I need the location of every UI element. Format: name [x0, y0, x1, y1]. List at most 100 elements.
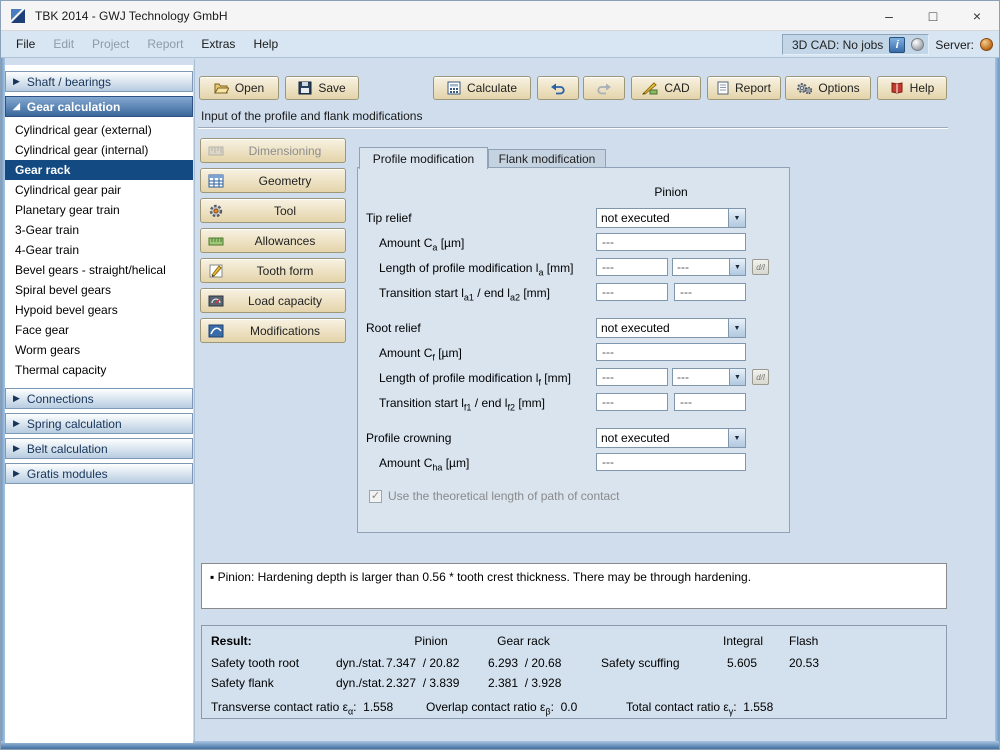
- geometry-button[interactable]: Geometry: [200, 168, 346, 193]
- safety-flank-gear-rack-value: 2.381 / 3.928: [488, 676, 561, 690]
- undo-arrow-icon: [550, 81, 566, 96]
- safety-scuffing-integral-value: 5.605: [727, 656, 757, 670]
- sidebar-item-bevel-gears[interactable]: Bevel gears - straight/helical: [5, 260, 193, 280]
- tip-relief-transition-end-field[interactable]: ---: [674, 283, 746, 301]
- dimensioning-button[interactable]: Dimensioning: [200, 138, 346, 163]
- undo-button[interactable]: [537, 76, 579, 100]
- tooth-form-button[interactable]: Tooth form: [200, 258, 346, 283]
- dimensioning-label: Dimensioning: [229, 139, 341, 162]
- sidebar-item-face-gear[interactable]: Face gear: [5, 320, 193, 340]
- theoretical-length-checkbox[interactable]: ✓: [369, 490, 382, 503]
- sidebar-item-3-gear-train[interactable]: 3-Gear train: [5, 220, 193, 240]
- safety-flank-label: Safety flank: [211, 676, 274, 690]
- root-relief-length-field[interactable]: ---: [596, 368, 668, 386]
- report-label: Report: [735, 81, 771, 95]
- dropdown-arrow-icon[interactable]: ▼: [729, 369, 745, 385]
- sidebar-item-thermal-capacity[interactable]: Thermal capacity: [5, 360, 193, 380]
- menu-file[interactable]: File: [7, 31, 44, 57]
- sidebar-item-gear-rack[interactable]: Gear rack: [5, 160, 193, 180]
- sidebar-item-cylindrical-gear-internal[interactable]: Cylindrical gear (internal): [5, 140, 193, 160]
- cad-button[interactable]: CAD: [631, 76, 701, 100]
- menu-extras[interactable]: Extras: [192, 31, 244, 57]
- info-line: Input of the profile and flank modificat…: [201, 109, 422, 123]
- tip-relief-length-mode-dropdown[interactable]: --- ▼: [672, 258, 746, 276]
- tip-relief-length-field[interactable]: ---: [596, 258, 668, 276]
- root-relief-dropdown[interactable]: not executed ▼: [596, 318, 746, 338]
- info-button[interactable]: i: [889, 37, 905, 53]
- sidebar-item-cylindrical-gear-pair[interactable]: Cylindrical gear pair: [5, 180, 193, 200]
- dropdown-arrow-icon[interactable]: ▼: [728, 209, 745, 227]
- menubar-right-cluster: 3D CAD: No jobs i Server:: [782, 34, 993, 55]
- dropdown-arrow-icon[interactable]: ▼: [728, 429, 745, 447]
- gear-calculation-items: Cylindrical gear (external) Cylindrical …: [5, 117, 193, 384]
- modifications-button[interactable]: Modifications: [200, 318, 346, 343]
- section-label: Gear calculation: [27, 100, 120, 114]
- sidebar-item-hypoid-bevel-gears[interactable]: Hypoid bevel gears: [5, 300, 193, 320]
- menu-edit[interactable]: Edit: [44, 31, 83, 57]
- collapsed-arrow-icon: ▶: [13, 418, 20, 429]
- tooth-form-pencil-icon: [208, 263, 224, 279]
- dropdown-arrow-icon[interactable]: ▼: [729, 259, 745, 275]
- sidebar-section-shaft-bearings[interactable]: ▶ Shaft / bearings: [5, 71, 193, 92]
- root-relief-amount-label: Amount Cf [µm]: [379, 346, 462, 362]
- tab-flank-modification[interactable]: Flank modification: [488, 149, 606, 168]
- safety-flank-pinion-value: 2.327 / 3.839: [386, 676, 459, 690]
- allowances-button[interactable]: Allowances: [200, 228, 346, 253]
- sidebar-section-spring-calculation[interactable]: ▶ Spring calculation: [5, 413, 193, 434]
- menu-help[interactable]: Help: [244, 31, 287, 57]
- tool-button[interactable]: Tool: [200, 198, 346, 223]
- profile-crowning-amount-label: Amount Cha [µm]: [379, 456, 469, 472]
- menu-project[interactable]: Project: [83, 31, 138, 57]
- transverse-contact-ratio: Transverse contact ratio εα: 1.558: [211, 700, 393, 716]
- root-relief-diameter-length-toggle-button[interactable]: d/l: [752, 369, 769, 385]
- sidebar-item-spiral-bevel-gears[interactable]: Spiral bevel gears: [5, 280, 193, 300]
- section-label: Spring calculation: [27, 417, 122, 431]
- sidebar-item-cylindrical-gear-external[interactable]: Cylindrical gear (external): [5, 120, 193, 140]
- root-relief-amount-field[interactable]: ---: [596, 343, 746, 361]
- root-relief-label: Root relief: [366, 321, 421, 335]
- result-title: Result:: [211, 634, 252, 648]
- open-folder-icon: [214, 81, 229, 95]
- modifications-label: Modifications: [229, 319, 341, 342]
- dropdown-arrow-icon[interactable]: ▼: [728, 319, 745, 337]
- sidebar-section-connections[interactable]: ▶ Connections: [5, 388, 193, 409]
- close-button[interactable]: ×: [955, 1, 999, 30]
- options-label: Options: [818, 81, 859, 95]
- profile-crowning-value: not executed: [597, 429, 728, 447]
- tip-relief-transition-start-field[interactable]: ---: [596, 283, 668, 301]
- sidebar-section-gear-calculation[interactable]: ◢ Gear calculation: [5, 96, 193, 117]
- tool-gear-icon: [208, 203, 224, 219]
- tip-relief-dropdown[interactable]: not executed ▼: [596, 208, 746, 228]
- section-label: Connections: [27, 392, 94, 406]
- tip-relief-amount-field[interactable]: ---: [596, 233, 746, 251]
- safety-scuffing-label: Safety scuffing: [601, 656, 680, 670]
- calculate-button[interactable]: Calculate: [433, 76, 531, 100]
- minimize-button[interactable]: –: [867, 1, 911, 30]
- redo-button[interactable]: [583, 76, 625, 100]
- load-capacity-button[interactable]: Load capacity: [200, 288, 346, 313]
- expanded-arrow-icon: ◢: [13, 101, 20, 112]
- sidebar-item-4-gear-train[interactable]: 4-Gear train: [5, 240, 193, 260]
- sidebar-section-gratis-modules[interactable]: ▶ Gratis modules: [5, 463, 193, 484]
- root-relief-transition-start-field[interactable]: ---: [596, 393, 668, 411]
- profile-crowning-amount-field[interactable]: ---: [596, 453, 746, 471]
- help-button[interactable]: Help: [877, 76, 947, 100]
- sidebar-item-worm-gears[interactable]: Worm gears: [5, 340, 193, 360]
- sidebar-item-planetary-gear-train[interactable]: Planetary gear train: [5, 200, 193, 220]
- tip-relief-diameter-length-toggle-button[interactable]: d/l: [752, 259, 769, 275]
- tip-relief-length-label: Length of profile modification la [mm]: [379, 261, 573, 277]
- maximize-button[interactable]: □: [911, 1, 955, 30]
- tab-profile-modification[interactable]: Profile modification: [359, 147, 488, 169]
- sidebar-section-belt-calculation[interactable]: ▶ Belt calculation: [5, 438, 193, 459]
- app-icon: [9, 7, 27, 25]
- save-button[interactable]: Save: [285, 76, 359, 100]
- report-button[interactable]: Report: [707, 76, 781, 100]
- menu-report[interactable]: Report: [138, 31, 192, 57]
- open-button[interactable]: Open: [199, 76, 279, 100]
- profile-crowning-dropdown[interactable]: not executed ▼: [596, 428, 746, 448]
- window-controls: – □ ×: [867, 1, 999, 31]
- root-relief-length-mode-dropdown[interactable]: --- ▼: [672, 368, 746, 386]
- root-relief-transition-end-field[interactable]: ---: [674, 393, 746, 411]
- options-button[interactable]: Options: [785, 76, 871, 100]
- help-book-icon: [890, 81, 904, 95]
